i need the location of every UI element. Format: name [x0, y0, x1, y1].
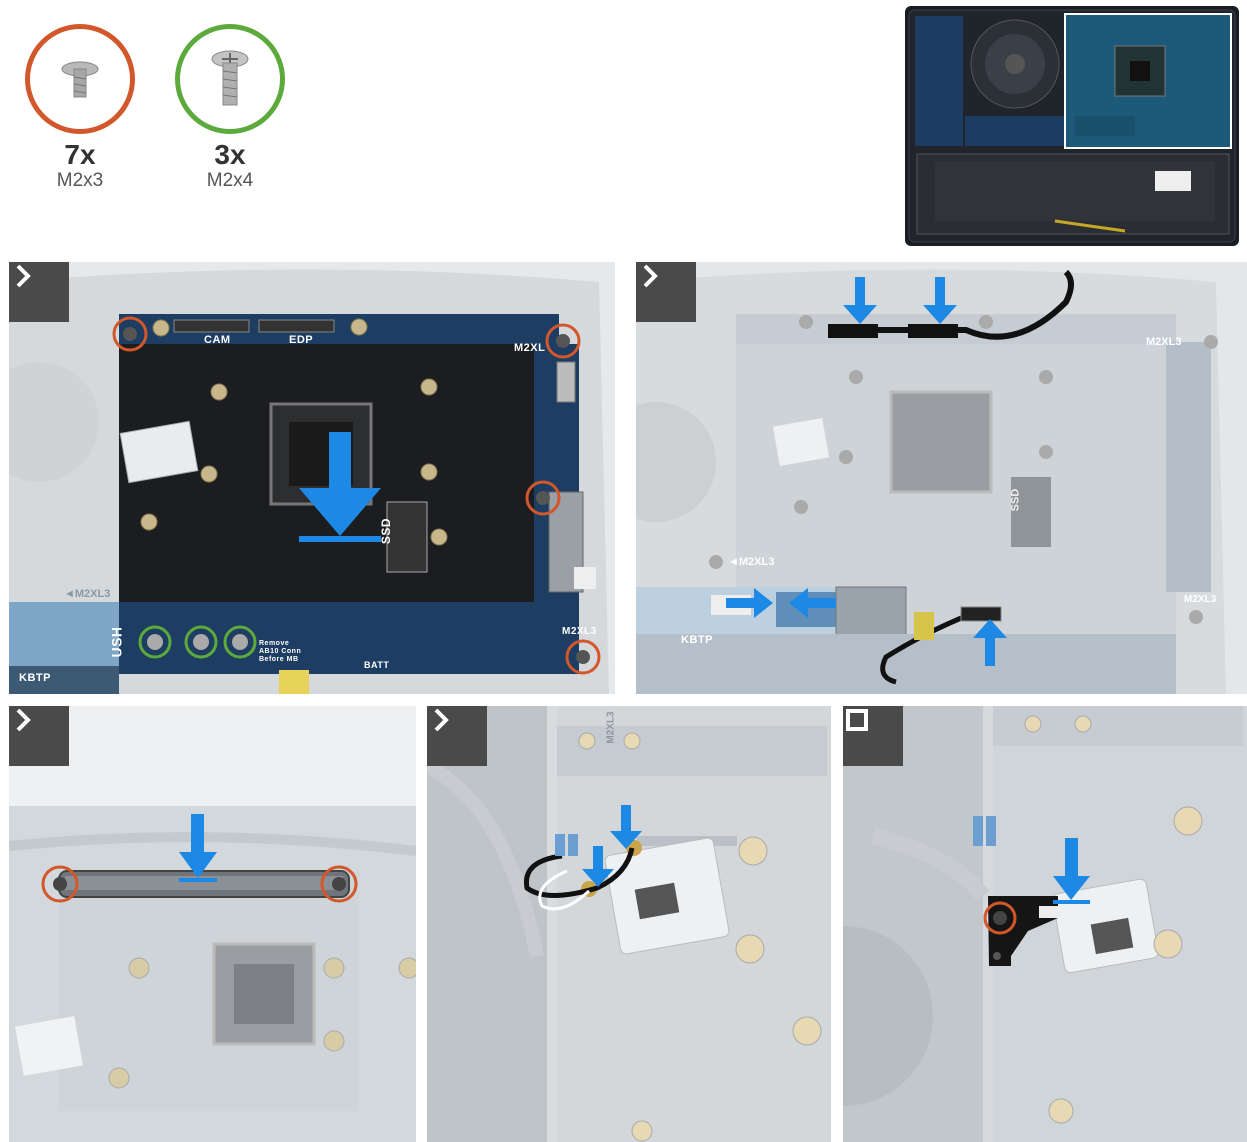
- label-m2xl3-bottom: M2XL3: [562, 626, 597, 637]
- screw-size-m2x3: M2x3: [56, 170, 104, 191]
- label-kbtp: KBTP: [19, 672, 51, 684]
- label-ssd: SSD: [379, 517, 394, 545]
- label-m2xl3-left: ◄M2XL3: [64, 588, 111, 600]
- step-1-panel: CAM EDP M2XL SSD USH ◄M2XL3 M2XL3 KBTP B…: [9, 262, 615, 694]
- step-next-badge: [636, 262, 696, 322]
- label-kbtp: KBTP: [681, 634, 713, 646]
- label-m2xl-top: M2XL: [514, 342, 546, 354]
- square-stop-icon: [846, 709, 868, 731]
- step-next-badge: [9, 706, 69, 766]
- label-cam: CAM: [204, 334, 231, 346]
- label-edp: EDP: [289, 334, 314, 346]
- chevron-right-icon: [16, 708, 31, 732]
- label-usb: USH: [108, 626, 125, 658]
- label-m2xl3-left: ◄M2XL3: [728, 556, 775, 568]
- chevron-right-icon: [643, 264, 658, 288]
- step-final-badge: [843, 706, 903, 766]
- step-next-badge: [427, 706, 487, 766]
- screw-qty-m2x3: 7x: [64, 139, 96, 170]
- chevron-right-icon: [16, 264, 31, 288]
- label-batt: BATT: [364, 660, 390, 670]
- label-m2xl3: M2XL3: [605, 711, 617, 744]
- label-ssd: SSD: [1009, 488, 1022, 512]
- label-m2xl3-top: M2XL3: [1146, 336, 1182, 348]
- step-2-panel: M2XL3 SSD ◄M2XL3 M2XL3 KBTP: [636, 262, 1247, 694]
- step-4-panel: M2XL3: [427, 706, 831, 1142]
- step-3-panel: [9, 706, 416, 1142]
- screw-icon-m2x4: [175, 24, 285, 134]
- chevron-right-icon: [434, 708, 449, 732]
- screw-size-m2x4: M2x4: [206, 170, 254, 191]
- label-remove-note: Remove AB10 Conn Before MB: [259, 640, 302, 663]
- step-5-panel: [843, 706, 1247, 1142]
- screw-legend-m2x3: 7x M2x3: [20, 24, 140, 192]
- screw-icon-m2x3: [25, 24, 135, 134]
- label-m2xl3-right: M2XL3: [1184, 594, 1217, 605]
- overview-thumbnail: [905, 6, 1239, 246]
- screw-qty-m2x4: 3x: [214, 139, 246, 170]
- screw-legend-m2x4: 3x M2x4: [170, 24, 290, 192]
- step-next-badge: [9, 262, 69, 322]
